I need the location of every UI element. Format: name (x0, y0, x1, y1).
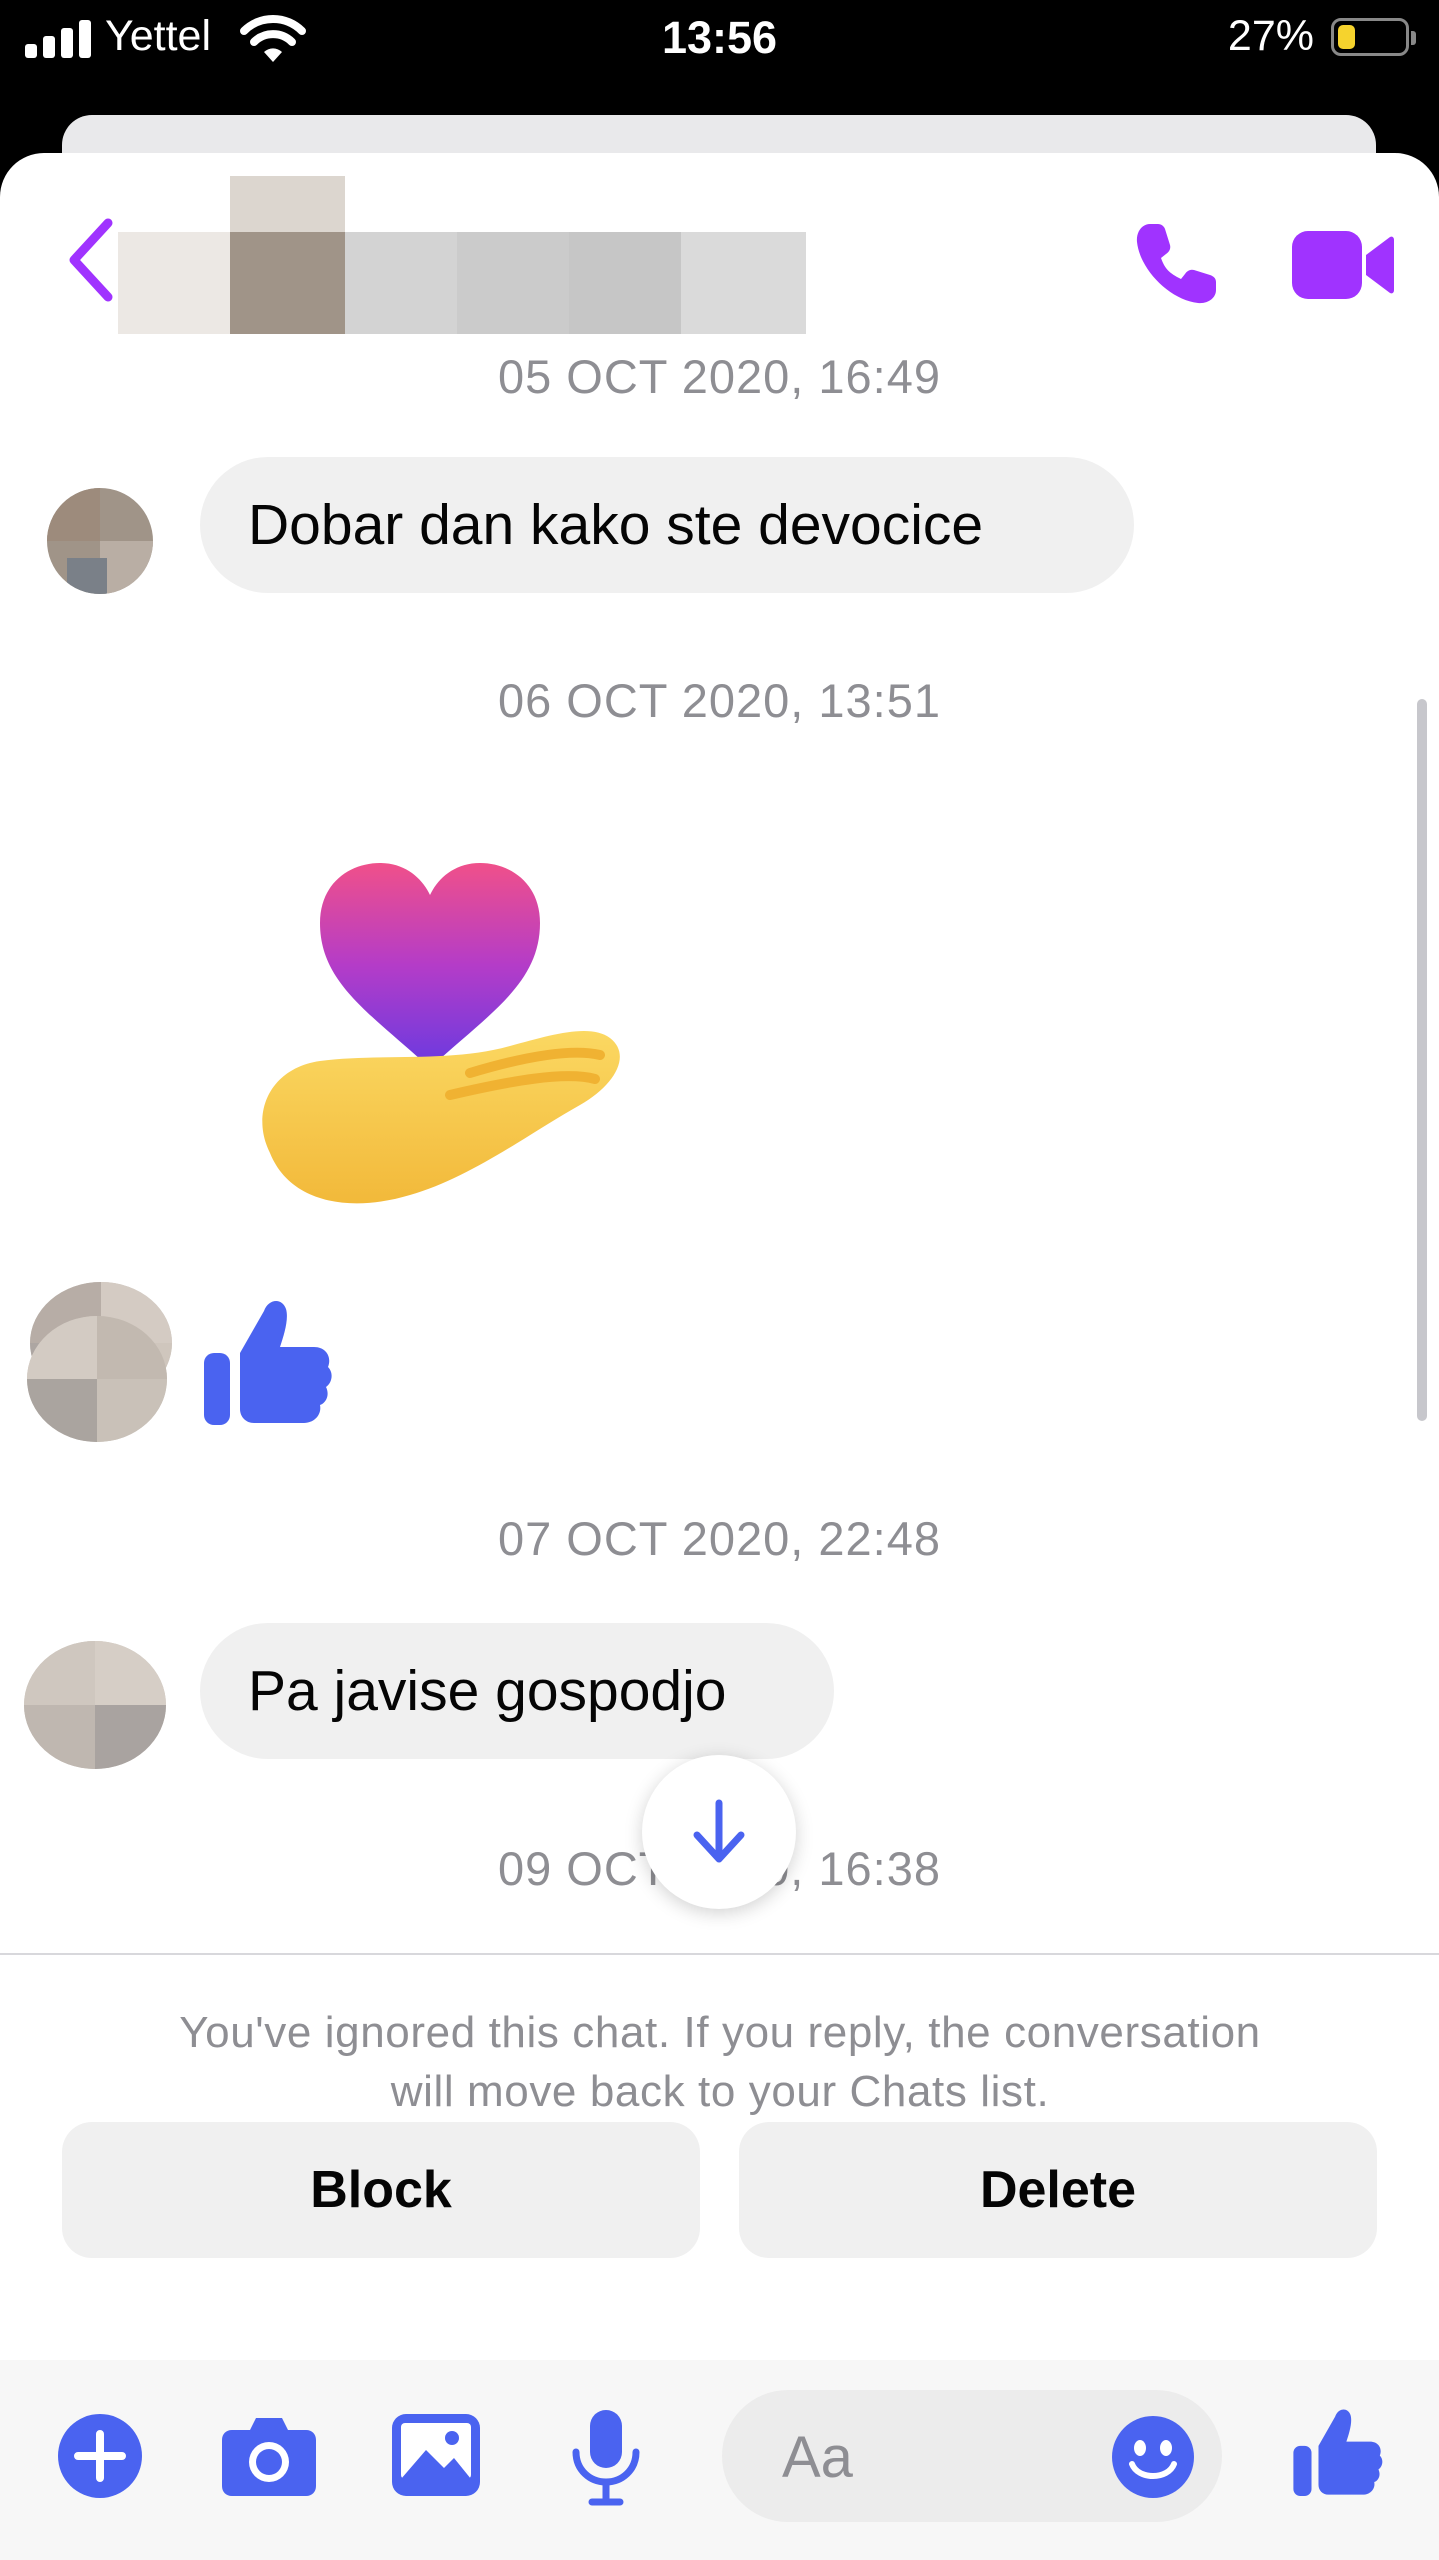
battery-icon (1331, 18, 1416, 56)
message-input-container[interactable] (722, 2390, 1222, 2524)
status-time: 13:56 (661, 12, 778, 63)
message-bubble[interactable]: Pa javise gospodjo (200, 1623, 834, 1759)
phone-icon[interactable] (1130, 218, 1222, 310)
avatar[interactable] (24, 1641, 166, 1769)
ignored-notice-line: will move back to your Chats list. (390, 2067, 1050, 2116)
chevron-left-icon[interactable] (62, 215, 122, 305)
avatar[interactable] (27, 1316, 167, 1442)
battery-percent: 27% (1227, 12, 1314, 60)
emoji-icon[interactable] (1112, 2416, 1194, 2498)
ignored-notice-line: You've ignored this chat. If you reply, … (179, 2008, 1261, 2057)
message-composer (0, 2360, 1439, 2560)
microphone-icon[interactable] (568, 2408, 644, 2506)
message-input[interactable] (780, 2390, 1084, 2524)
arrow-down-icon (693, 1799, 745, 1863)
thumbs-up-icon[interactable] (1292, 2400, 1384, 2500)
video-camera-icon[interactable] (1290, 225, 1395, 305)
ignored-notice: You've ignored this chat. If you reply, … (60, 2003, 1380, 2121)
battery-level (1338, 25, 1355, 49)
contact-name-redacted[interactable] (118, 176, 806, 334)
status-bar: Yettel 13:56 27% (0, 0, 1439, 115)
block-button[interactable]: Block (62, 2122, 700, 2258)
thumbs-up-icon[interactable] (202, 1291, 334, 1427)
heart-in-hand-sticker[interactable] (250, 833, 630, 1233)
message-bubble[interactable]: Dobar dan kako ste devocice (200, 457, 1134, 593)
chat-header (0, 153, 1439, 363)
camera-icon[interactable] (222, 2416, 316, 2496)
scroll-to-bottom-button[interactable] (642, 1755, 796, 1909)
delete-button[interactable]: Delete (739, 2122, 1377, 2258)
date-separator: 05 OCT 2020, 16:49 (497, 350, 942, 403)
chat-sheet: 05 OCT 2020, 16:49 Dobar dan kako ste de… (0, 153, 1439, 2560)
avatar[interactable] (47, 488, 153, 594)
scrollbar[interactable] (1417, 699, 1427, 1421)
divider (0, 1953, 1439, 1955)
plus-icon[interactable] (58, 2414, 142, 2498)
date-separator: 07 OCT 2020, 22:48 (497, 1512, 942, 1565)
date-separator: 06 OCT 2020, 13:51 (497, 674, 942, 727)
image-icon[interactable] (392, 2414, 480, 2496)
